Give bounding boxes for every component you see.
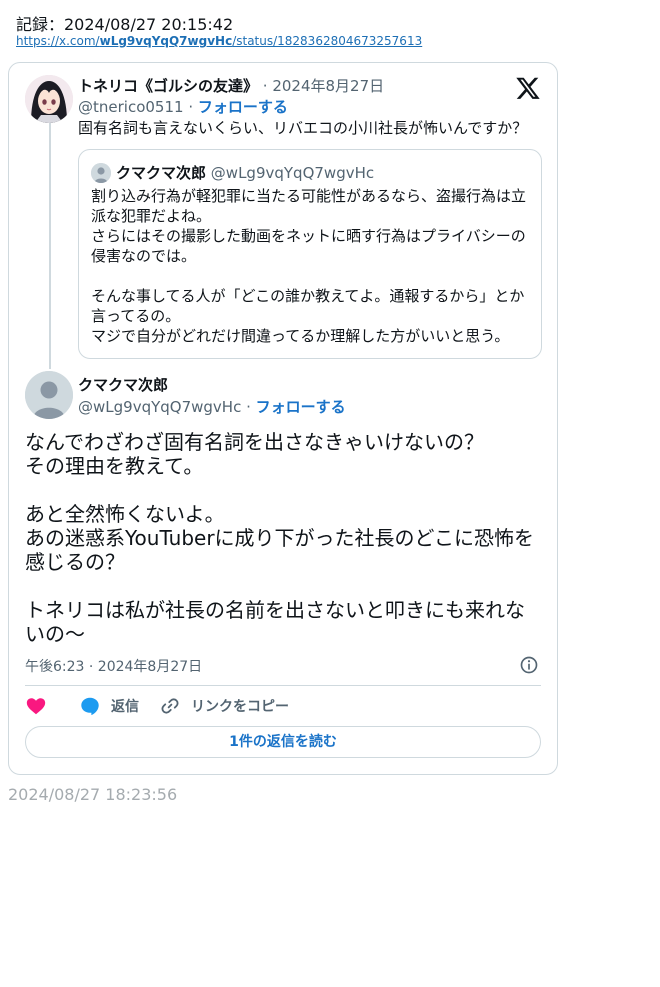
copy-link-label: リンクをコピー	[191, 699, 289, 715]
reply-label: 返信	[111, 699, 139, 715]
tweet2-paragraph: なんでわざわざ固有名詞を出さなきゃいけないの？ その理由を教えて。	[25, 430, 484, 478]
info-icon[interactable]	[519, 655, 539, 675]
quote-text: 割り込み行為が軽犯罪に当たる可能性があるなら、盗撮行為は立 派な犯罪だよね。 さ…	[91, 186, 537, 346]
avatar[interactable]	[25, 371, 73, 419]
tweet2-text: なんでわざわざ固有名詞を出さなきゃいけないの？ その理由を教えて。 あと全然怖く…	[25, 430, 545, 646]
tweet1-follow-button[interactable]: フォローする	[198, 98, 288, 116]
tweet2-paragraph: あと全然怖くないよ。 あの迷惑系YouTuberに成り下がった社長のどこに恐怖を…	[25, 502, 534, 574]
quote-author-row: クマクマ次郎 @wLg9vqYqQ7wgvHc	[116, 162, 374, 183]
quote-avatar	[91, 163, 111, 183]
link-icon	[161, 698, 179, 714]
tweet1-handle[interactable]: @tnerico0511 ·	[78, 98, 193, 116]
quoted-tweet[interactable]: クマクマ次郎 @wLg9vqYqQ7wgvHc 割り込み行為が軽犯罪に当たる可能…	[78, 149, 542, 359]
read-replies-button[interactable]: 1件の返信を読む	[25, 726, 541, 758]
capture-timestamp: 2024/08/27 18:23:56	[8, 785, 178, 804]
record-timestamp: 記録：2024/08/27 20:15:42	[16, 15, 234, 34]
default-user-icon	[91, 163, 111, 183]
tweet1-text: 固有名詞も言えないくらい、リバエコの小川社長が怖いんですか？	[78, 119, 528, 137]
tweet2-timestamp[interactable]: 午後6:23 · 2024年8月27日	[25, 656, 202, 676]
copy-link-button[interactable]: リンクをコピー	[159, 695, 289, 717]
tweet1-date[interactable]: · 2024年8月27日	[263, 77, 384, 95]
quote-display-name: クマクマ次郎	[116, 164, 207, 182]
quote-paragraph: 割り込み行為が軽犯罪に当たる可能性があるなら、盗撮行為は立 派な犯罪だよね。 さ…	[91, 187, 527, 265]
quote-paragraph: そんな事してる人が「どこの誰か教えてよ。通報するから」とか 言ってるの。 マジで…	[91, 287, 525, 345]
tweet1-author-row: トネリコ《ゴルシの友達》 · 2024年8月27日	[78, 75, 384, 96]
anime-avatar-icon	[25, 75, 73, 123]
tweet2-paragraph: トネリコは私が社長の名前を出さないと叩きにも来れな いの〜	[25, 598, 525, 646]
avatar[interactable]	[25, 75, 73, 123]
reply-button[interactable]: 返信	[79, 695, 139, 717]
tweet2-handle-row: @wLg9vqYqQ7wgvHc · フォローする	[78, 396, 346, 417]
like-button[interactable]	[25, 695, 47, 717]
x-logo-icon[interactable]	[515, 75, 541, 101]
tweet1-handle-row: @tnerico0511 · フォローする	[78, 96, 288, 117]
source-url-link[interactable]: https://x.com/wLg9vqYqQ7wgvHc/status/182…	[16, 34, 422, 48]
default-user-icon	[25, 371, 73, 419]
tweet-actions: 返信 リンクをコピー	[25, 695, 541, 717]
tweet2-handle[interactable]: @wLg9vqYqQ7wgvHc ·	[78, 398, 251, 416]
reply-bubble-icon	[81, 697, 99, 716]
tweet2-follow-button[interactable]: フォローする	[256, 398, 346, 416]
quote-handle: @wLg9vqYqQ7wgvHc	[210, 164, 375, 182]
tweet-card: トネリコ《ゴルシの友達》 · 2024年8月27日 @tnerico0511 ·…	[8, 62, 558, 775]
heart-icon	[26, 698, 46, 715]
thread-connector-line	[49, 121, 51, 369]
divider	[25, 685, 541, 686]
tweet2-display-name[interactable]: クマクマ次郎	[78, 374, 168, 395]
tweet1-display-name[interactable]: トネリコ《ゴルシの友達》	[78, 77, 258, 95]
